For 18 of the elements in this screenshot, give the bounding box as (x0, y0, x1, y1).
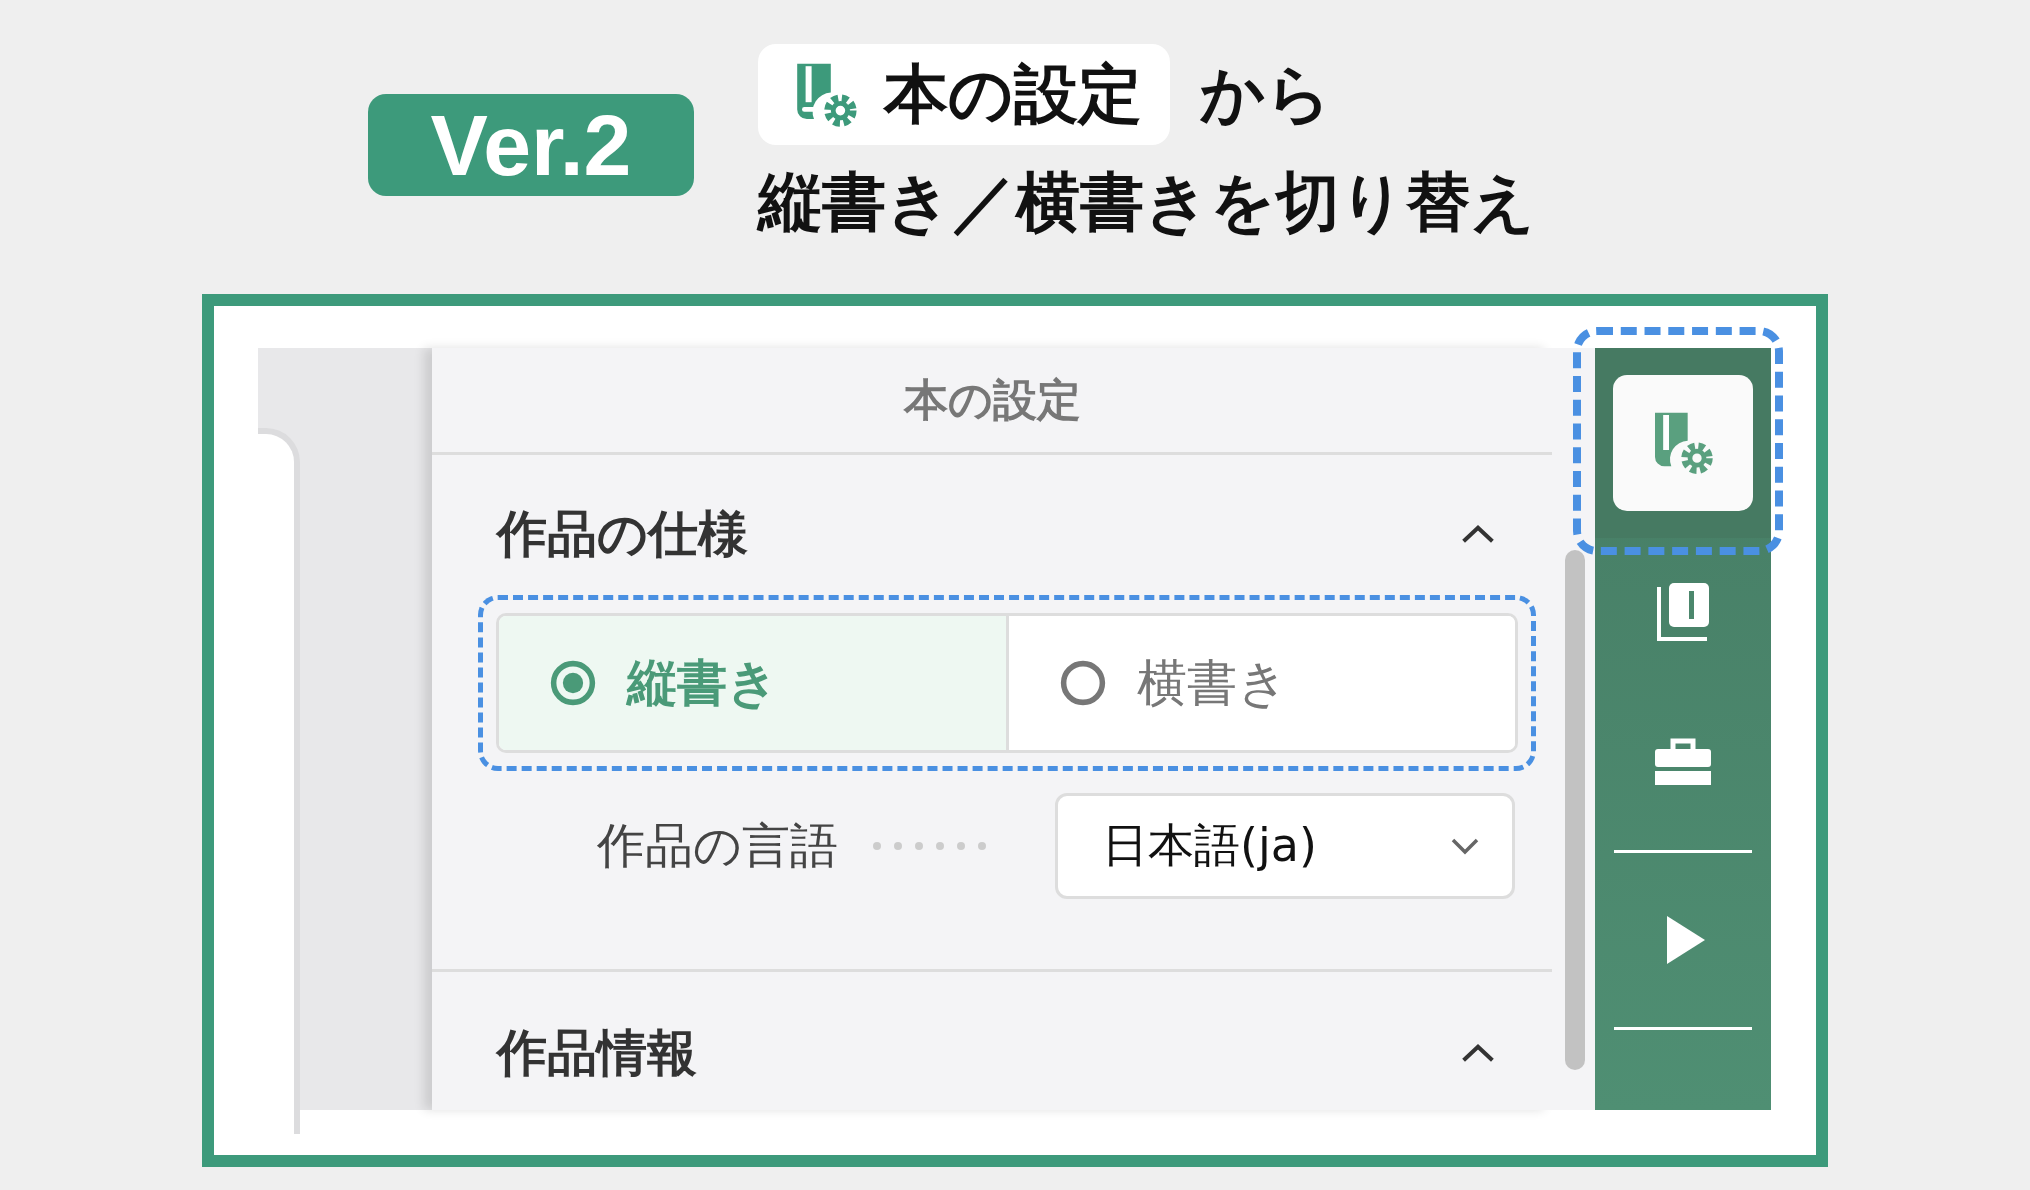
chevron-down-icon (1450, 837, 1480, 855)
book-gear-icon (1613, 375, 1753, 511)
section-title: 作品の仕様 (497, 503, 748, 565)
radio-option[interactable]: 縦書き (499, 616, 1006, 750)
radio-option[interactable]: 横書き (1005, 616, 1515, 750)
chevron-icon[interactable] (1460, 523, 1496, 545)
radio-icon (1058, 659, 1107, 707)
language-dropdown[interactable]: 日本語(ja) (1055, 793, 1515, 899)
radio-icon (549, 659, 597, 707)
chevron-icon[interactable] (1460, 1042, 1496, 1064)
heading-text: 縦書き／横書きを切り替え (758, 164, 1536, 241)
version-badge: Ver.2 (368, 94, 694, 196)
field-label: 作品の言語 (597, 816, 838, 875)
heading-suffix: から (1200, 56, 1332, 133)
chip-label: 本の設定 (884, 56, 1142, 133)
panel-title: 本の設定 (432, 348, 1552, 455)
section-title: 作品情報 (497, 1022, 697, 1084)
scrollbar[interactable] (1565, 550, 1585, 1070)
